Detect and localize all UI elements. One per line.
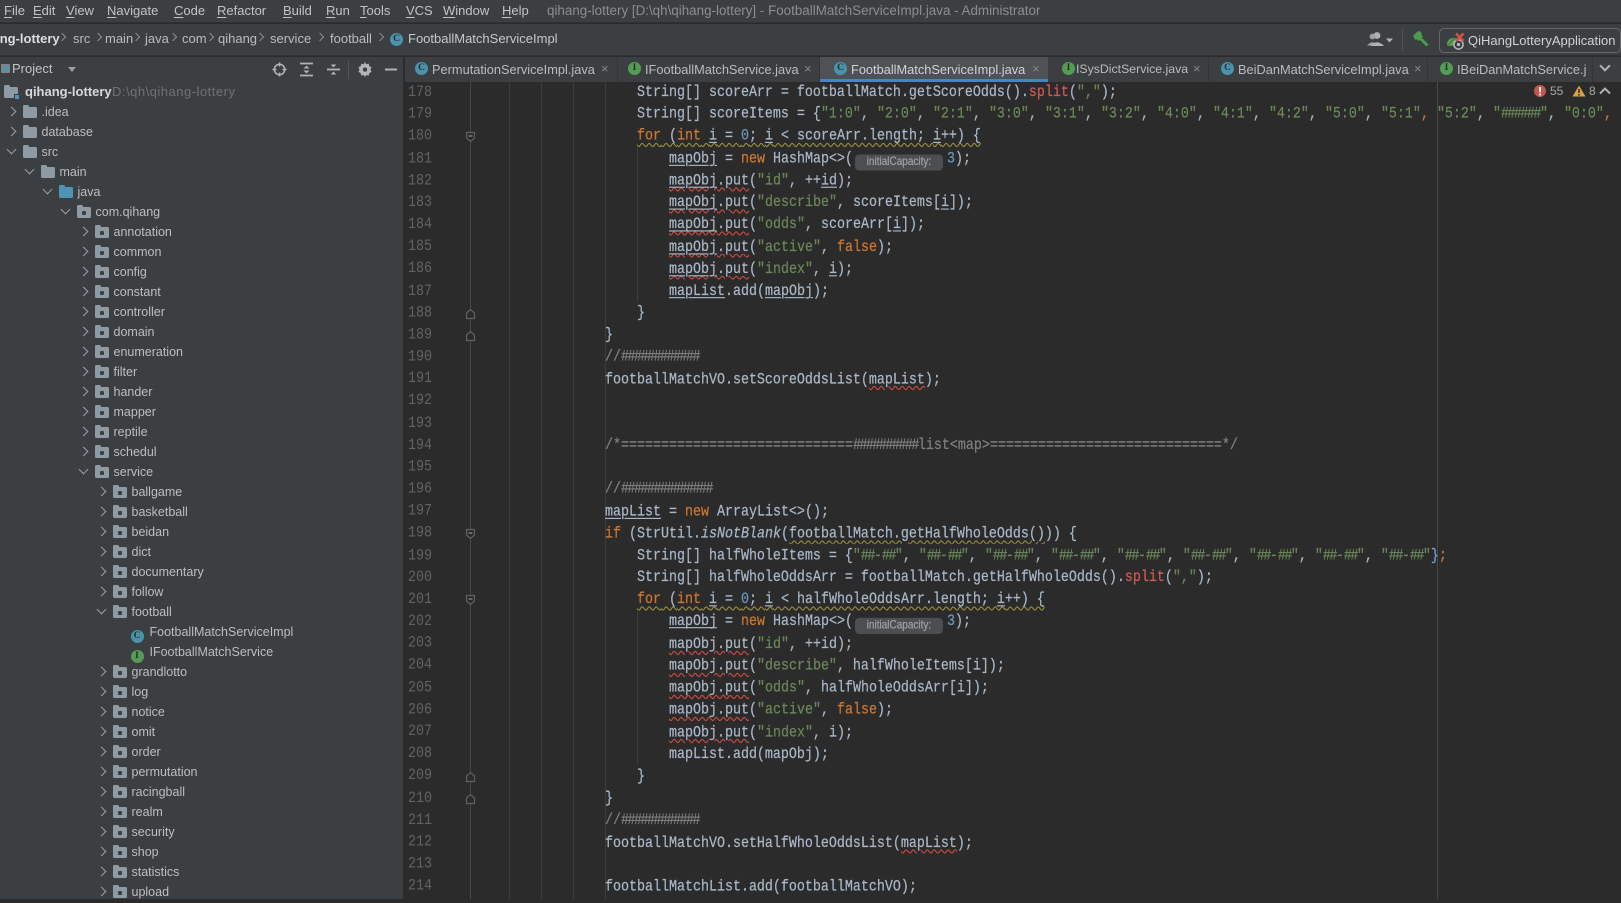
svg-text:55: 55 xyxy=(1550,84,1564,98)
svg-text:8: 8 xyxy=(1589,84,1596,98)
